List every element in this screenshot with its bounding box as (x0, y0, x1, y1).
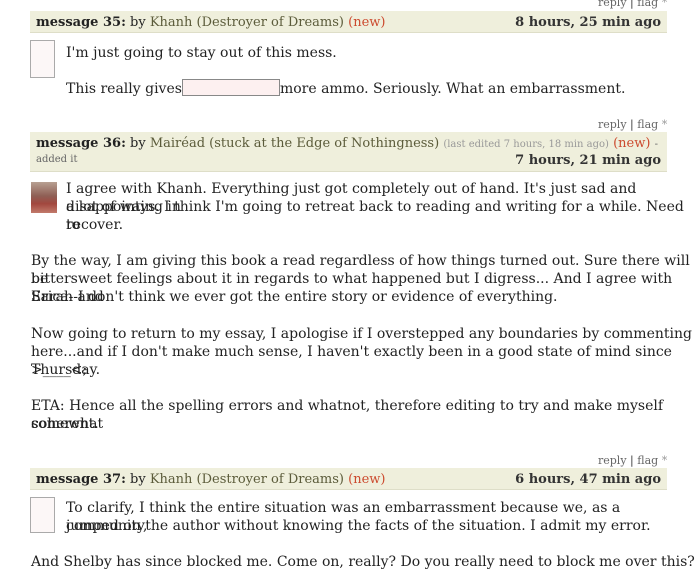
separator: | (630, 0, 634, 9)
message-35-body-line1: I'm just going to stay out of this mess. (66, 45, 337, 61)
message-37-actions: reply | flag * (598, 454, 667, 467)
message-36-body-line: recover. (66, 217, 124, 233)
avatar[interactable] (30, 497, 55, 533)
flag-mark: * (661, 454, 668, 467)
separator: | (630, 118, 634, 131)
flag-link[interactable]: flag (637, 0, 658, 9)
message-36-body-line: here...and if I don't make much sense, I… (31, 344, 672, 378)
last-edited-note: (last edited 7 hours, 18 min ago) (443, 139, 609, 150)
flag-link[interactable]: flag (637, 118, 658, 131)
flag-mark: * (661, 118, 668, 131)
message-number: message 37: (36, 472, 126, 487)
message-36-body-line: Erica--I don't think we ever got the ent… (31, 289, 558, 305)
avatar[interactable] (30, 40, 55, 78)
author-link[interactable]: Khanh (Destroyer of Dreams) (150, 15, 344, 30)
message-35-actions: reply | flag * (598, 0, 667, 9)
message-36-body-line: Now going to return to my essay, I apolo… (31, 326, 692, 342)
message-37-body-line: And Shelby has since blocked me. Come on… (31, 554, 695, 570)
by-label: by (130, 15, 146, 30)
by-label: by (130, 136, 146, 151)
message-36-header: message 36: by Mairéad (stuck at the Edg… (30, 132, 667, 172)
message-36-actions: reply | flag * (598, 118, 667, 131)
message-time: 8 hours, 25 min ago (515, 15, 661, 30)
message-number: message 35: (36, 15, 126, 30)
message-36-body-line: ETA: Hence all the spelling errors and w… (31, 398, 664, 432)
message-time: 7 hours, 21 min ago (515, 153, 661, 168)
reply-link[interactable]: reply (598, 118, 627, 131)
body-text: more ammo. Seriously. What an embarrassm… (279, 81, 626, 97)
reply-link[interactable]: reply (598, 0, 627, 9)
avatar[interactable] (31, 182, 57, 213)
message-37-header: message 37: by Khanh (Destroyer of Dream… (30, 468, 667, 490)
message-37-body-line: jumped on the author without knowing the… (66, 518, 651, 534)
by-label: by (130, 472, 146, 487)
message-36-body-line: a lot of ways. I think I'm going to retr… (66, 199, 684, 233)
message-35-header: message 35: by Khanh (Destroyer of Dream… (30, 11, 667, 33)
author-link[interactable]: Mairéad (stuck at the Edge of Nothingnes… (150, 136, 439, 151)
message-36-body-line: >____<; (31, 362, 88, 378)
redacted-field (181, 79, 280, 96)
body-text: This really gives (66, 81, 182, 97)
message-35-body-line2: This really gives more ammo. Seriously. W… (66, 79, 625, 98)
new-badge: (new) (613, 136, 651, 151)
reply-link[interactable]: reply (598, 454, 627, 467)
flag-link[interactable]: flag (637, 454, 658, 467)
separator: | (630, 454, 634, 467)
new-badge: (new) (348, 472, 386, 487)
message-number: message 36: (36, 136, 126, 151)
flag-mark: * (661, 0, 668, 9)
author-link[interactable]: Khanh (Destroyer of Dreams) (150, 472, 344, 487)
new-badge: (new) (348, 15, 386, 30)
message-36-body-line: coherent. (31, 416, 99, 432)
message-time: 6 hours, 47 min ago (515, 472, 661, 487)
